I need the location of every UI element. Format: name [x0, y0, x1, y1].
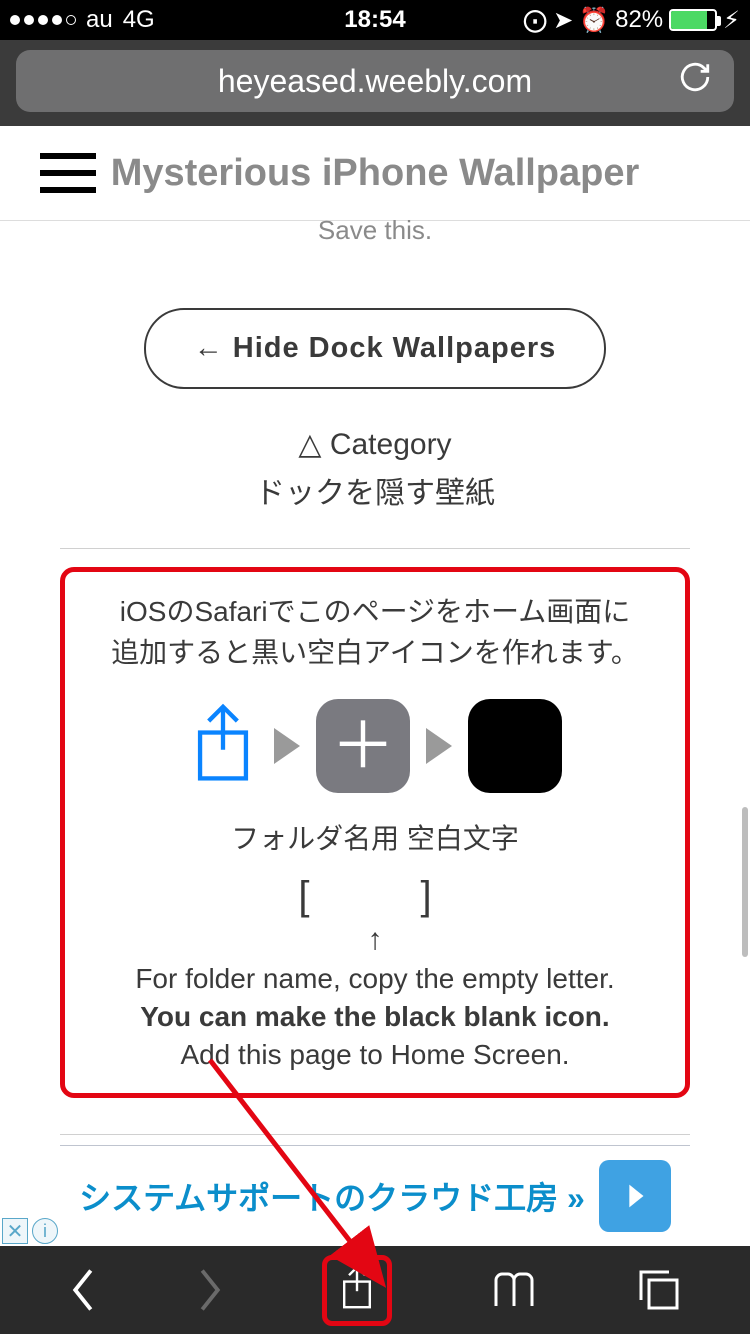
lock-icon: ⨀ [523, 6, 547, 35]
url-field[interactable]: heyeased.weebly.com [16, 50, 734, 112]
battery-pct: 82% [615, 6, 663, 34]
icon-flow: ＋ [79, 699, 671, 793]
reload-icon[interactable] [678, 60, 712, 102]
ad-close-icon[interactable]: ✕ [2, 1218, 28, 1244]
alarm-icon: ⏰ [579, 6, 609, 35]
page-content: Save this. ← Hide Dock Wallpapers △ Cate… [0, 215, 750, 1231]
status-left: au 4G [10, 6, 155, 34]
save-this-text: Save this. [0, 215, 750, 246]
share-button[interactable] [322, 1255, 392, 1326]
site-header: Mysterious iPhone Wallpaper [0, 126, 750, 221]
arrow-up-icon: ↑ [79, 923, 671, 957]
share-highlight [322, 1255, 392, 1326]
carrier-label: au [86, 6, 113, 34]
folder-label: フォルダ名用 空白文字 [79, 817, 671, 857]
menu-icon[interactable] [40, 153, 96, 193]
empty-brackets[interactable]: [ ] [79, 863, 671, 921]
charging-icon: ⚡︎ [723, 6, 740, 35]
signal-dots-icon [10, 15, 76, 25]
battery-icon [669, 9, 717, 31]
add-tile-icon: ＋ [316, 699, 410, 793]
ad2-text: システムサポートのクラウド工房 » [79, 1173, 585, 1219]
jp-note-2: 追加すると黒い空白アイコンを作れます。 [79, 633, 671, 674]
scrollbar[interactable] [742, 807, 748, 957]
en-line-1: For folder name, copy the empty letter. [79, 963, 671, 995]
share-icon [188, 701, 258, 792]
category-label[interactable]: △ Category [0, 427, 750, 462]
ad-info-icon[interactable]: i [32, 1218, 58, 1244]
ad-banner-2[interactable]: システムサポートのクラウド工房 » ✕ i [0, 1146, 750, 1246]
instruction-box: iOSのSafariでこのページをホーム画面に 追加すると黒い空白アイコンを作れ… [60, 567, 690, 1098]
network-label: 4G [123, 6, 155, 34]
divider [60, 548, 690, 549]
site-title: Mysterious iPhone Wallpaper [0, 152, 750, 195]
safari-toolbar [0, 1246, 750, 1334]
divider [60, 1134, 690, 1135]
forward-button[interactable] [196, 1268, 224, 1312]
black-tile-icon [468, 699, 562, 793]
category-sub: ドックを隠す壁紙 [0, 468, 750, 512]
ad2-arrow-button[interactable] [599, 1160, 671, 1232]
url-text: heyeased.weebly.com [218, 63, 532, 100]
back-button[interactable] [69, 1268, 97, 1312]
jp-note-1: iOSのSafariでこのページをホーム画面に [79, 592, 671, 633]
clock: 18:54 [344, 6, 405, 34]
arrow-right-icon [426, 728, 452, 764]
url-bar: heyeased.weebly.com [0, 40, 750, 126]
tabs-button[interactable] [637, 1268, 681, 1312]
location-icon: ➤ [553, 6, 573, 35]
bookmarks-button[interactable] [490, 1270, 538, 1310]
en-line-3: Add this page to Home Screen. [79, 1039, 671, 1071]
en-line-2: You can make the black blank icon. [79, 1001, 671, 1033]
hide-dock-button[interactable]: ← Hide Dock Wallpapers [144, 308, 607, 389]
arrow-right-icon [274, 728, 300, 764]
status-bar: au 4G 18:54 ⨀ ➤ ⏰ 82% ⚡︎ [0, 0, 750, 40]
status-right: ⨀ ➤ ⏰ 82% ⚡︎ [523, 6, 740, 35]
